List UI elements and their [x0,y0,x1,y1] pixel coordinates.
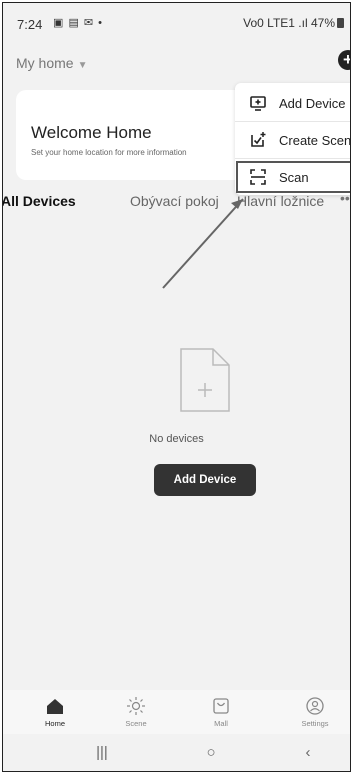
nav-label: Home [44,719,65,728]
mall-icon [213,698,229,714]
tab-obyvaci-pokoj[interactable]: Obývací pokoj [130,193,219,209]
status-time: 7:24 [17,17,43,32]
nav-label: Mall [214,719,228,728]
home-icon [47,699,63,714]
nav-scene[interactable]: Scene [106,696,166,728]
home-title: My home [16,55,74,71]
status-right: Vo0 LTE1 .ıl 47% [243,16,344,30]
nav-mall[interactable]: Mall [191,696,251,728]
nav-label: Settings [301,719,329,728]
notification-icons: ▣ ▤ ✉ • [53,17,104,29]
chevron-down-icon: ▼ [77,60,88,71]
phone-screen: 7:24 ▣ ▤ ✉ • Vo0 LTE1 .ıl 47% My home▼ +… [2,2,351,772]
menu-item-label: Add Device [279,96,346,111]
divider [235,121,350,122]
nav-settings[interactable]: Settings [285,696,345,728]
back-button[interactable]: ‹ [293,744,323,761]
recents-button[interactable]: ||| [87,744,117,761]
welcome-title: Welcome Home [31,123,152,142]
create-scene-icon [251,132,266,147]
menu-item-label: Create Scene [279,133,351,148]
menu-item-add-device[interactable]: Add Device [235,87,350,119]
tab-all-devices[interactable]: All Devices [3,193,76,209]
empty-document-icon [180,348,230,412]
add-device-button[interactable]: Add Device [154,464,256,496]
home-selector[interactable]: My home ▼ [16,55,87,71]
nav-home[interactable]: Home [25,696,85,728]
battery-icon [337,18,344,28]
menu-item-create-scene[interactable]: Create Scene [235,124,351,156]
nav-label: Scene [125,719,147,728]
settings-icon [306,697,324,715]
room-tabs: All Devices Obývací pokoj Hlavní ložnice… [3,190,350,215]
scene-icon [127,697,145,715]
home-system-button[interactable]: ○ [196,744,226,761]
system-nav-bar: ||| ○ ‹ [3,734,350,771]
tab-hlavni-loznice[interactable]: Hlavní ložnice [237,193,324,209]
no-devices-text: No devices [149,433,204,445]
add-plus-button[interactable]: + [338,50,350,70]
welcome-subtitle: Set your home location for more informat… [31,148,187,157]
bottom-nav: Home Scene Mall Settings [3,690,350,734]
add-device-icon [250,96,266,111]
status-bar: 7:24 ▣ ▤ ✉ • Vo0 LTE1 .ıl 47% [3,3,350,43]
scan-highlight-box [236,161,350,193]
signal-battery-text: Vo0 LTE1 .ıl 47% [243,16,335,30]
divider [235,158,350,159]
